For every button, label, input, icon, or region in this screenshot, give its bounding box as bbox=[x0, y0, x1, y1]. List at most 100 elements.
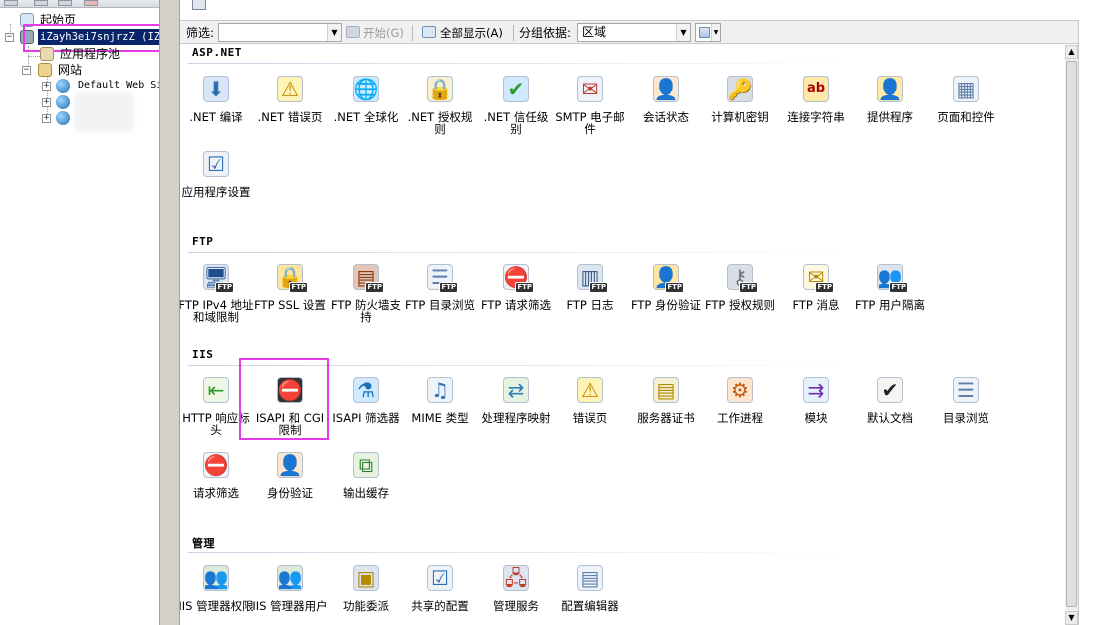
section-title[interactable]: FTP bbox=[192, 235, 213, 248]
mime-music-icon: ♫ bbox=[424, 374, 456, 406]
feature-label: .NET 错误页 bbox=[257, 110, 323, 124]
feature-item[interactable]: ☑ 应用程序设置 bbox=[180, 148, 254, 198]
scroll-thumb[interactable] bbox=[1066, 61, 1077, 607]
feature-item[interactable]: ☰ 目录浏览 bbox=[928, 374, 1004, 424]
up-icon[interactable] bbox=[58, 0, 72, 6]
feature-item[interactable]: 👥 IIS 管理器权限 bbox=[180, 562, 254, 612]
feature-item[interactable]: ✔ 默认文档 bbox=[852, 374, 928, 424]
feature-item[interactable]: ⚷ FTP FTP 授权规则 bbox=[702, 261, 778, 311]
feature-item[interactable]: 🖧 管理服务 bbox=[478, 562, 554, 612]
feature-label: 连接字符串 bbox=[787, 110, 845, 124]
feature-label: 计算机密钥 bbox=[711, 110, 769, 124]
expand-icon[interactable]: + bbox=[42, 82, 51, 91]
feature-item[interactable]: ⚠ 错误页 bbox=[552, 374, 628, 424]
feature-item[interactable]: ♫ MIME 类型 bbox=[402, 374, 478, 424]
management-service-icon: 🖧 bbox=[503, 565, 529, 591]
save-icon[interactable] bbox=[34, 0, 48, 6]
feature-item[interactable]: ab 连接字符串 bbox=[778, 73, 854, 123]
feature-delegation-icon: ▣ bbox=[350, 562, 382, 594]
feature-item[interactable]: ⇄ 处理程序映射 bbox=[478, 374, 554, 424]
collapse-icon[interactable]: − bbox=[22, 66, 31, 75]
feature-item[interactable]: ▤ 服务器证书 bbox=[628, 374, 704, 424]
feature-item[interactable]: ⧉ 输出缓存 bbox=[328, 449, 404, 499]
start-page-icon bbox=[20, 13, 34, 27]
tree-item-label: iZayh3ei7snjrzZ (IZA bbox=[38, 29, 159, 45]
app-pool-icon bbox=[40, 47, 54, 61]
dropdown-arrow-icon[interactable]: ▼ bbox=[711, 24, 720, 41]
feature-item[interactable]: ✉ FTP FTP 消息 bbox=[778, 261, 854, 311]
globe-icon: 🌐 bbox=[353, 76, 379, 102]
certificate-icon: ▤ bbox=[650, 374, 682, 406]
feature-item[interactable]: ⚠ .NET 错误页 bbox=[252, 73, 328, 123]
splitter[interactable] bbox=[160, 0, 180, 625]
sites-folder-icon bbox=[38, 63, 52, 77]
feature-item[interactable]: 👤 会话状态 bbox=[628, 73, 704, 123]
feature-label: 功能委派 bbox=[343, 599, 389, 613]
feature-label: 错误页 bbox=[572, 411, 608, 425]
tree-item-server[interactable]: − iZayh3ei7snjrzZ (IZA bbox=[4, 29, 159, 45]
feature-item[interactable]: ⚙ 工作进程 bbox=[702, 374, 778, 424]
feature-label: 工作进程 bbox=[717, 411, 763, 425]
feature-item[interactable]: ⛔ ISAPI 和 CGI 限制 bbox=[252, 374, 328, 436]
feature-item[interactable]: 🔒 .NET 授权规则 bbox=[402, 73, 478, 135]
feature-item[interactable]: ⇤ HTTP 响应标头 bbox=[180, 374, 254, 436]
show-all-button[interactable]: 全部显示(A) bbox=[440, 24, 503, 42]
expand-icon[interactable]: + bbox=[42, 98, 51, 107]
feature-item[interactable]: 👤 FTP FTP 身份验证 bbox=[628, 261, 704, 311]
section-title[interactable]: 管理 bbox=[192, 535, 215, 551]
feature-item[interactable]: ⛔ FTP FTP 请求筛选 bbox=[478, 261, 554, 311]
feature-item[interactable]: ✔ .NET 信任级别 bbox=[478, 73, 554, 135]
feature-label: FTP SSL 设置 bbox=[254, 298, 326, 312]
collapse-icon[interactable]: − bbox=[5, 33, 14, 42]
vertical-scrollbar[interactable]: ▲ ▼ bbox=[1065, 45, 1078, 625]
feature-label: 管理服务 bbox=[493, 599, 539, 613]
dropdown-arrow-icon[interactable]: ▼ bbox=[676, 24, 690, 41]
feature-label: 会话状态 bbox=[643, 110, 689, 124]
show-all-icon bbox=[422, 26, 436, 38]
feature-item[interactable]: ▤ FTP FTP 防火墙支持 bbox=[328, 261, 404, 323]
feature-item[interactable]: 🔒 FTP FTP SSL 设置 bbox=[252, 261, 328, 311]
feature-label: 目录浏览 bbox=[943, 411, 989, 425]
feature-item[interactable]: ⛔ 请求筛选 bbox=[180, 449, 254, 499]
delete-icon[interactable] bbox=[84, 0, 98, 6]
feature-item[interactable]: ☰ FTP FTP 目录浏览 bbox=[402, 261, 478, 311]
ftp-directory-icon: ☰ FTP bbox=[424, 261, 458, 293]
feature-item[interactable]: ⚗ ISAPI 筛选器 bbox=[328, 374, 404, 424]
connect-icon[interactable] bbox=[4, 0, 18, 6]
section-divider bbox=[188, 252, 868, 253]
scroll-up-icon[interactable]: ▲ bbox=[1065, 45, 1078, 59]
feature-item[interactable]: 👥 IIS 管理器用户 bbox=[252, 562, 328, 612]
tree-item-label: 应用程序池 bbox=[60, 47, 121, 61]
section-title[interactable]: ASP.NET bbox=[192, 46, 242, 59]
feature-item[interactable]: 🖥 FTP FTP IPv4 地址和域限制 bbox=[180, 261, 254, 323]
feature-item[interactable]: 🔑 计算机密钥 bbox=[702, 73, 778, 123]
feature-item[interactable]: ☑ 共享的配置 bbox=[402, 562, 478, 612]
expand-icon[interactable]: + bbox=[42, 114, 51, 123]
server-icon bbox=[20, 30, 34, 44]
feature-item[interactable]: 👥 FTP FTP 用户隔离 bbox=[852, 261, 928, 311]
features-list: ASP.NET ⬇ .NET 编译 ⚠ .NET 错误页 🌐 .NET 全球化 🔒 .NET 授… bbox=[180, 45, 1065, 625]
feature-item[interactable]: 👤 提供程序 bbox=[852, 73, 928, 123]
iis-manager-permissions-icon: 👥 bbox=[203, 565, 229, 591]
view-mode-button[interactable]: ▼ bbox=[695, 23, 721, 42]
features-view: 筛选: ▼ 开始(G) 全部显示(A) 分组依据: 区域 ▼ ▼ ASP.NET… bbox=[180, 0, 1096, 625]
feature-label: 请求筛选 bbox=[193, 486, 239, 500]
feature-item[interactable]: ▥ FTP FTP 日志 bbox=[552, 261, 628, 311]
feature-label: 应用程序设置 bbox=[181, 185, 251, 199]
feature-item[interactable]: ⬇ .NET 编译 bbox=[180, 73, 254, 123]
start-button[interactable]: 开始(G) bbox=[363, 24, 404, 42]
feature-item[interactable]: 🌐 .NET 全球化 bbox=[328, 73, 404, 123]
feature-item[interactable]: ▣ 功能委派 bbox=[328, 562, 404, 612]
group-by-select[interactable]: 区域 ▼ bbox=[577, 23, 691, 42]
dropdown-arrow-icon[interactable]: ▼ bbox=[327, 24, 341, 41]
filter-input[interactable]: ▼ bbox=[218, 23, 342, 42]
scroll-down-icon[interactable]: ▼ bbox=[1065, 611, 1078, 625]
feature-label: IIS 管理器用户 bbox=[252, 599, 328, 613]
feature-item[interactable]: ▤ 配置编辑器 bbox=[552, 562, 628, 612]
section-title[interactable]: IIS bbox=[192, 348, 213, 361]
feature-item[interactable]: ✉ SMTP 电子邮件 bbox=[552, 73, 628, 135]
feature-item[interactable]: 👤 身份验证 bbox=[252, 449, 328, 499]
feature-item[interactable]: ▦ 页面和控件 bbox=[928, 73, 1004, 123]
feature-item[interactable]: ⇉ 模块 bbox=[778, 374, 854, 424]
feature-label: 提供程序 bbox=[867, 110, 913, 124]
